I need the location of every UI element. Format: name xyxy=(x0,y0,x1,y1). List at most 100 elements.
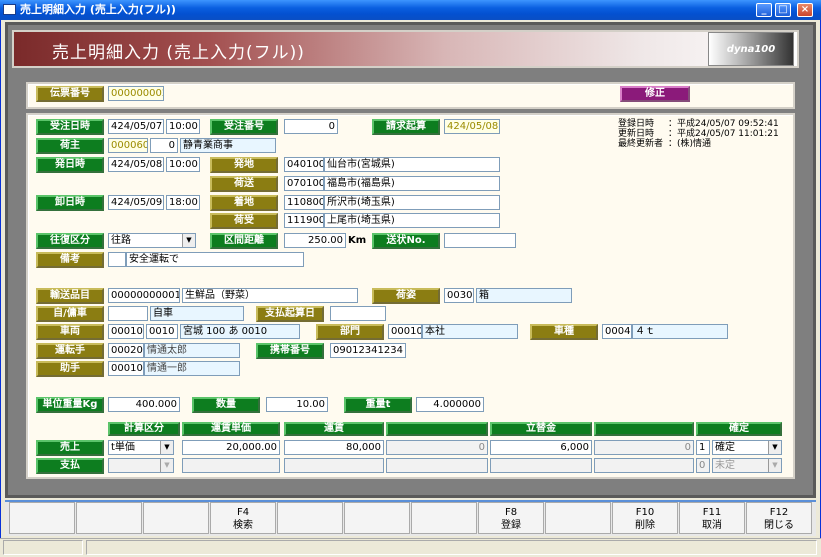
fkey-blank-7[interactable] xyxy=(411,502,477,534)
keitai-field[interactable]: 09012341234 xyxy=(330,343,406,358)
oufuku-label: 往復区分 xyxy=(36,233,104,249)
seikyu-field[interactable]: 424/05/08 xyxy=(444,119,500,134)
f10-key: F10 xyxy=(635,507,655,518)
hatsu-time-field[interactable]: 10:00 xyxy=(166,157,200,172)
minimize-button[interactable]: _ xyxy=(756,3,772,17)
uriage-col6-field[interactable]: 0 xyxy=(594,440,694,455)
ninushi-label: 荷主 xyxy=(36,138,104,154)
shiharai-kakutei-value: 未定 xyxy=(715,460,735,471)
chevron-down-icon[interactable]: ▼ xyxy=(160,459,173,472)
chevron-down-icon[interactable]: ▼ xyxy=(768,441,781,454)
last-label: 最終更新者 xyxy=(618,139,664,149)
nisugata-name-field[interactable]: 箱 xyxy=(476,288,572,303)
hinmoku-name-field[interactable]: 生鮮品（野菜） xyxy=(182,288,358,303)
last-value: ：(株)情通 xyxy=(668,139,712,149)
nisugata-code-field[interactable]: 0030 xyxy=(444,288,474,303)
fkey-blank-9[interactable] xyxy=(545,502,611,534)
chakuchi-name-field[interactable]: 所沢市(埼玉県) xyxy=(324,195,500,210)
okurijo-field[interactable] xyxy=(444,233,516,248)
ninushi-code-field[interactable]: 000060 xyxy=(108,138,148,153)
shiharai-tatekae-field[interactable] xyxy=(490,458,592,473)
jiyo-code-field[interactable] xyxy=(108,306,148,321)
hinmoku-code-field[interactable]: 000000000010 xyxy=(108,288,180,303)
biko-check[interactable] xyxy=(108,252,126,267)
close-button[interactable]: × xyxy=(797,3,813,17)
shiharai-col4-field[interactable] xyxy=(386,458,488,473)
f4-button[interactable]: F4 検索 xyxy=(210,502,276,534)
ninushi-sub-field[interactable]: 0 xyxy=(150,138,178,153)
joshu-code-field[interactable]: 00010 xyxy=(108,361,144,376)
oroshi-date-field[interactable]: 424/05/09 xyxy=(108,195,164,210)
uriage-tanka-field[interactable]: 20,000.00 xyxy=(182,440,280,455)
oroshi-time-field[interactable]: 18:00 xyxy=(166,195,200,210)
joshu-name-field[interactable]: 情通一郎 xyxy=(144,361,240,376)
uriage-row-label: 売上 xyxy=(36,440,104,456)
fkey-blank-1[interactable] xyxy=(9,502,75,534)
shiharai-kubun-select[interactable]: ▼ xyxy=(108,458,174,473)
title-bar[interactable]: 売上明細入力 (売上入力(フル)) _ □ × xyxy=(0,0,821,20)
jiyo-name-field[interactable]: 自車 xyxy=(150,306,244,321)
juchu-no-label: 受注番号 xyxy=(210,119,278,135)
hatsuchi-name-field[interactable]: 仙台市(宮城県) xyxy=(324,157,500,172)
fkey-blank-3[interactable] xyxy=(143,502,209,534)
shiharai-kakutei-code[interactable]: 0 xyxy=(696,458,710,473)
juchu-no-field[interactable]: 0 xyxy=(284,119,338,134)
fkey-blank-6[interactable] xyxy=(344,502,410,534)
f8-button[interactable]: F8 登録 xyxy=(478,502,544,534)
biko-field[interactable]: 安全運転で xyxy=(126,252,304,267)
niuke-code-field[interactable]: 111900 xyxy=(284,213,324,228)
denpyo-field[interactable]: 000000002 xyxy=(108,86,164,101)
f10-button[interactable]: F10 削除 xyxy=(612,502,678,534)
shiharai-tanka-field[interactable] xyxy=(182,458,280,473)
oufuku-value: 往路 xyxy=(111,235,131,246)
uriage-unchin-field[interactable]: 80,000 xyxy=(284,440,384,455)
nisou-name-field[interactable]: 福島市(福島県) xyxy=(324,176,500,191)
juchu-date-field[interactable]: 424/05/07 xyxy=(108,119,164,134)
chevron-down-icon[interactable]: ▼ xyxy=(160,441,173,454)
nisou-label: 荷送 xyxy=(210,176,278,192)
uriage-col4-field[interactable]: 0 xyxy=(386,440,488,455)
suryo-field[interactable]: 10.00 xyxy=(266,397,328,412)
kyori-field[interactable]: 250.00 xyxy=(284,233,346,248)
shashu-code-field[interactable]: 0004 xyxy=(602,324,632,339)
fkey-blank-2[interactable] xyxy=(76,502,142,534)
uriage-kakutei-code[interactable]: 1 xyxy=(696,440,710,455)
sharyo-code1-field[interactable]: 00010 xyxy=(108,324,144,339)
chevron-down-icon[interactable]: ▼ xyxy=(768,459,781,472)
tani-field[interactable]: 400.000 xyxy=(108,397,180,412)
fkey-blank-5[interactable] xyxy=(277,502,343,534)
f12-button[interactable]: F12 閉じる xyxy=(746,502,812,534)
bumon-name-field[interactable]: 本社 xyxy=(422,324,518,339)
shiharai-unchin-field[interactable] xyxy=(284,458,384,473)
driver-code-field[interactable]: 00020 xyxy=(108,343,144,358)
app-icon xyxy=(3,4,16,15)
bumon-code-field[interactable]: 00010 xyxy=(388,324,422,339)
maximize-button[interactable]: □ xyxy=(775,3,791,17)
ninushi-name-field[interactable]: 静青業商事 xyxy=(180,138,276,153)
kyori-unit: Km xyxy=(348,235,367,246)
shiharai-field[interactable] xyxy=(330,306,386,321)
grid-col-unchin: 運賃 xyxy=(284,422,384,436)
f11-button[interactable]: F11 取消 xyxy=(679,502,745,534)
shiharai-col6-field[interactable] xyxy=(594,458,694,473)
hatsuchi-code-field[interactable]: 040100 xyxy=(284,157,324,172)
niuke-name-field[interactable]: 上尾市(埼玉県) xyxy=(324,213,500,228)
driver-name-field[interactable]: 情通太郎 xyxy=(144,343,240,358)
hatsu-date-field[interactable]: 424/05/08 xyxy=(108,157,164,172)
nisou-code-field[interactable]: 070100 xyxy=(284,176,324,191)
chevron-down-icon[interactable]: ▼ xyxy=(182,234,195,247)
okurijo-label: 送状No. xyxy=(372,233,440,249)
sharyo-name-field[interactable]: 宮城 100 あ 0010 xyxy=(180,324,300,339)
uriage-kubun-select[interactable]: t単価 ▼ xyxy=(108,440,174,455)
shiharai-kakutei-select[interactable]: 未定 ▼ xyxy=(712,458,782,473)
uriage-kakutei-select[interactable]: 確定 ▼ xyxy=(712,440,782,455)
shashu-name-field[interactable]: ４ｔ xyxy=(632,324,728,339)
oufuku-select[interactable]: 往路 ▼ xyxy=(108,233,196,248)
seikyu-label: 請求起算 xyxy=(372,119,440,135)
chakuchi-code-field[interactable]: 110800 xyxy=(284,195,324,210)
sharyo-code2-field[interactable]: 0010 xyxy=(146,324,178,339)
uriage-tatekae-field[interactable]: 6,000 xyxy=(490,440,592,455)
juryo-field[interactable]: 4.000000 xyxy=(416,397,484,412)
juchu-time-field[interactable]: 10:00 xyxy=(166,119,200,134)
sharyo-label: 車両 xyxy=(36,324,104,340)
